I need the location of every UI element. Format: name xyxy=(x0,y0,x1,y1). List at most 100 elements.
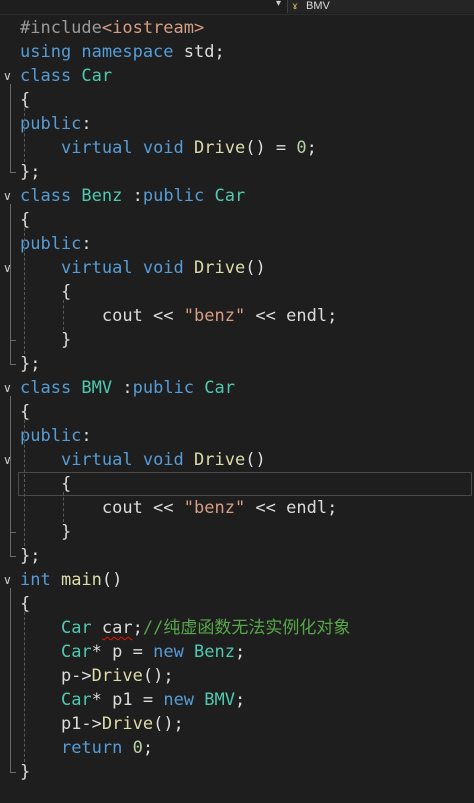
code-token: int xyxy=(20,570,61,590)
code-line[interactable]: { xyxy=(0,208,474,232)
code-line[interactable]: cout << "benz" << endl; xyxy=(0,304,474,328)
code-token: Drive xyxy=(101,714,154,734)
member-dropdown[interactable]: ɤ BMV xyxy=(287,0,474,13)
code-token: : xyxy=(122,378,133,398)
code-line[interactable]: ∨ virtual void Drive() xyxy=(0,448,474,472)
code-token: { xyxy=(20,282,72,302)
fold-toggle-icon[interactable]: ∨ xyxy=(3,68,17,84)
code-token: class xyxy=(20,186,82,206)
code-token: }; xyxy=(20,354,41,374)
code-token: new xyxy=(163,690,205,710)
code-token: (); xyxy=(142,666,174,686)
code-token: "benz" xyxy=(183,306,246,326)
code-text: class Benz :public Car xyxy=(20,184,245,208)
code-text: public: xyxy=(20,424,92,448)
code-token: Car xyxy=(60,642,92,662)
code-line[interactable]: virtual void Drive() = 0; xyxy=(0,136,474,160)
code-line[interactable]: } xyxy=(0,760,474,784)
code-line[interactable]: { xyxy=(0,472,474,496)
code-line[interactable]: Car* p1 = new BMV; xyxy=(0,688,474,712)
fold-toggle-icon[interactable]: ∨ xyxy=(3,380,17,396)
code-token: Benz xyxy=(194,642,235,662)
code-line[interactable]: { xyxy=(0,280,474,304)
code-token: : xyxy=(81,234,92,254)
code-line[interactable]: ∨ class Car xyxy=(0,64,474,88)
fold-end xyxy=(10,172,16,173)
code-token: public xyxy=(20,114,82,134)
code-line[interactable]: cout << "benz" << endl; xyxy=(0,496,474,520)
code-token: () xyxy=(245,450,266,470)
code-token: : xyxy=(81,114,92,134)
current-line-highlight xyxy=(18,472,472,496)
code-text: return 0; xyxy=(20,736,153,760)
code-token: BMV xyxy=(81,378,123,398)
code-token: class xyxy=(20,378,82,398)
code-token: cout << xyxy=(20,498,184,518)
code-text: { xyxy=(20,88,30,112)
code-token: public xyxy=(20,234,82,254)
code-line[interactable]: }; xyxy=(0,160,474,184)
code-line[interactable]: ∨ int main() xyxy=(0,568,474,592)
code-token: virtual void xyxy=(60,258,195,278)
code-token: new xyxy=(153,642,195,662)
code-token: virtual void xyxy=(60,138,195,158)
code-line[interactable]: { xyxy=(0,400,474,424)
fold-toggle-icon[interactable]: ∨ xyxy=(3,188,17,204)
code-token: << endl; xyxy=(245,498,338,518)
code-line[interactable]: ∨ class BMV :public Car xyxy=(0,376,474,400)
code-text: virtual void Drive() xyxy=(20,448,266,472)
fold-end xyxy=(10,532,16,533)
code-line[interactable]: ∨ virtual void Drive() xyxy=(0,256,474,280)
code-text: }; xyxy=(20,544,40,568)
code-token: * p1 = xyxy=(91,690,164,710)
code-line[interactable]: ∨ class Benz :public Car xyxy=(0,184,474,208)
code-text: { xyxy=(20,400,30,424)
code-line[interactable]: using namespace std; xyxy=(0,40,474,64)
code-token: { xyxy=(20,402,31,422)
code-token: 0 xyxy=(132,738,143,758)
code-line[interactable]: { xyxy=(0,88,474,112)
code-token: { xyxy=(20,210,31,230)
code-text: class BMV :public Car xyxy=(20,376,235,400)
code-token: BMV xyxy=(204,690,235,710)
error-token: car xyxy=(101,618,133,638)
code-text: #include<iostream> xyxy=(20,16,204,40)
code-line[interactable]: public: xyxy=(0,232,474,256)
code-line[interactable]: } xyxy=(0,520,474,544)
code-line[interactable]: }; xyxy=(0,352,474,376)
code-line[interactable]: Car* p = new Benz; xyxy=(0,640,474,664)
fold-toggle-icon[interactable]: ∨ xyxy=(3,572,17,588)
code-line[interactable]: p->Drive(); xyxy=(0,664,474,688)
code-token: Car xyxy=(81,66,113,86)
code-line[interactable]: public: xyxy=(0,424,474,448)
fold-end xyxy=(10,340,16,341)
code-line[interactable]: return 0; xyxy=(0,736,474,760)
indent-guide xyxy=(24,228,25,354)
code-token: "benz" xyxy=(183,498,246,518)
code-line[interactable]: public: xyxy=(0,112,474,136)
fold-rail xyxy=(10,468,11,532)
code-text: public: xyxy=(20,112,92,136)
code-text: } xyxy=(20,520,71,544)
code-text: using namespace std; xyxy=(20,40,225,64)
code-token: Car xyxy=(60,618,102,638)
code-line[interactable]: #include<iostream> xyxy=(0,16,474,40)
code-text: public: xyxy=(20,232,92,256)
code-text: class Car xyxy=(20,64,112,88)
code-line[interactable]: } xyxy=(0,328,474,352)
code-token: public xyxy=(20,426,82,446)
code-token: : xyxy=(132,186,143,206)
code-token: () = xyxy=(245,138,297,158)
code-token: using namespace xyxy=(20,42,184,62)
code-editor[interactable]: #include<iostream> using namespace std; ∨ c… xyxy=(0,14,474,803)
code-line[interactable]: Car car;//纯虚函数无法实例化对象 xyxy=(0,616,474,640)
code-text: } xyxy=(20,328,71,352)
code-line[interactable]: { xyxy=(0,592,474,616)
code-line[interactable]: }; xyxy=(0,544,474,568)
chevron-down-icon[interactable]: ▾ xyxy=(276,0,281,9)
code-line[interactable]: p1->Drive(); xyxy=(0,712,474,736)
